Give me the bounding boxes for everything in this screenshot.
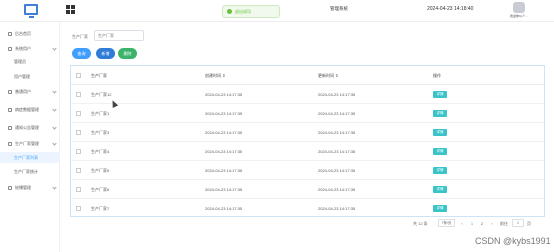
chevron-down-icon	[52, 125, 57, 130]
cell-created: 2024-04-23 14:17:35	[205, 92, 243, 97]
cell-updated: 2024-04-23 14:17:35	[318, 111, 356, 116]
add-button[interactable]: 新增	[96, 48, 115, 59]
user-icon	[8, 47, 12, 51]
success-toast: 退出成功	[222, 5, 280, 18]
cell-updated: 2024-04-23 14:17:35	[318, 187, 356, 192]
detail-button[interactable]: 详情	[433, 205, 447, 212]
cell-manufacturer: 生产厂家12	[91, 92, 112, 97]
detail-button[interactable]: 详情	[433, 148, 447, 155]
row-checkbox[interactable]	[76, 187, 81, 192]
top-bar: 退出成功 管理系统 2024-04-23 14:18:40 欢迎你Cy⊤...	[0, 0, 554, 22]
sidebar-item-system-users[interactable]: 系统用户	[0, 43, 60, 55]
detail-button[interactable]: 详情	[433, 129, 447, 136]
row-checkbox[interactable]	[76, 111, 81, 116]
cell-updated: 2024-04-23 14:17:35	[318, 149, 356, 154]
detail-button[interactable]: 详情	[433, 167, 447, 174]
sidebar-item-home[interactable]: 后台首页	[0, 28, 60, 40]
toast-text: 退出成功	[235, 8, 251, 14]
table-header: 生产厂家 创建时间 ⇕ 更新时间 ⇕ 操作	[71, 66, 544, 85]
sidebar-subitem-manufacturer-stats[interactable]: 生产厂家统计	[0, 166, 60, 177]
table-row[interactable]: 生产厂家3 2024-04-23 14:17:35 2024-04-23 14:…	[71, 123, 544, 142]
table-row[interactable]: 生产厂家4 2024-04-23 14:17:35 2024-04-23 14:…	[71, 142, 544, 161]
cell-updated: 2024-04-23 14:17:35	[318, 130, 356, 135]
sidebar-subitem-admin[interactable]: 管理员	[0, 56, 60, 67]
table-row[interactable]: 生产厂家6 2024-04-23 14:17:35 2024-04-23 14:…	[71, 180, 544, 199]
column-header-created[interactable]: 创建时间 ⇕	[205, 73, 225, 79]
goto-suffix: 页	[527, 221, 531, 226]
chevron-down-icon	[52, 89, 57, 94]
prev-page-button[interactable]: ‹	[458, 219, 466, 227]
page-1[interactable]: 1	[468, 219, 476, 227]
next-page-button[interactable]: ›	[488, 219, 496, 227]
sidebar-item-carousel[interactable]: 轮播管理	[0, 182, 60, 194]
sidebar-item-symptom-data[interactable]: 病症数据管理	[0, 104, 60, 116]
pagination-total: 共 12 条	[413, 221, 428, 226]
search-label: 生产厂家	[72, 34, 88, 39]
sidebar-item-notices[interactable]: 通知公告管理	[0, 122, 60, 134]
cell-manufacturer: 生产厂家5	[91, 168, 110, 173]
chevron-down-icon	[52, 185, 57, 190]
system-title: 管理系统	[330, 6, 348, 11]
chevron-down-icon	[52, 46, 57, 51]
cell-manufacturer: 生产厂家6	[91, 187, 110, 192]
folder-icon	[8, 90, 12, 94]
cell-updated: 2024-04-23 14:17:35	[318, 92, 356, 97]
manufacturer-table: 生产厂家 创建时间 ⇕ 更新时间 ⇕ 操作 生产厂家12 2024-04-23 …	[70, 65, 545, 217]
goto-page-input[interactable]: 1	[512, 219, 524, 227]
watermark: CSDN @kybs1991	[475, 236, 551, 246]
folder-icon	[8, 142, 12, 146]
chevron-down-icon	[52, 107, 57, 112]
table-row[interactable]: 生产厂家7 2024-04-23 14:17:35 2024-04-23 14:…	[71, 199, 544, 218]
column-header-updated[interactable]: 更新时间 ⇕	[318, 73, 338, 79]
sidebar-item-manufacturers[interactable]: 生产厂家管理	[0, 138, 60, 150]
sidebar: 后台首页 系统用户 管理员 用户管理 普通用户 病症数据管理 通知公告管理 生产…	[0, 22, 60, 252]
cell-created: 2024-04-23 14:17:35	[205, 187, 243, 192]
cell-created: 2024-04-23 14:17:35	[205, 111, 243, 116]
cell-updated: 2024-04-23 14:17:35	[318, 168, 356, 173]
table-row[interactable]: 生产厂家5 2024-04-23 14:17:35 2024-04-23 14:…	[71, 161, 544, 180]
success-check-icon	[227, 9, 232, 14]
table-row[interactable]: 生产厂家1 2024-04-23 14:17:35 2024-04-23 14:…	[71, 104, 544, 123]
chevron-down-icon	[52, 141, 57, 146]
column-header-actions: 操作	[433, 73, 441, 78]
row-checkbox[interactable]	[76, 149, 81, 154]
folder-icon	[8, 126, 12, 130]
cell-manufacturer: 生产厂家3	[91, 130, 110, 135]
current-datetime: 2024-04-23 14:18:40	[427, 6, 474, 12]
column-header-manufacturer[interactable]: 生产厂家	[91, 73, 107, 79]
row-checkbox[interactable]	[76, 92, 81, 97]
apps-grid-icon[interactable]	[66, 5, 75, 14]
user-avatar[interactable]	[513, 2, 525, 13]
cell-updated: 2024-04-23 14:17:35	[318, 206, 356, 211]
monitor-logo-icon	[24, 4, 38, 18]
cell-created: 2024-04-23 14:17:35	[205, 168, 243, 173]
cell-created: 2024-04-23 14:17:35	[205, 149, 243, 154]
manufacturer-search-input[interactable]	[94, 30, 144, 41]
cell-created: 2024-04-23 14:17:35	[205, 130, 243, 135]
page-size-select[interactable]: 7条/页	[438, 219, 455, 227]
goto-label: 前往	[500, 221, 508, 226]
row-checkbox[interactable]	[76, 206, 81, 211]
sidebar-item-regular-users[interactable]: 普通用户	[0, 86, 60, 98]
cell-manufacturer: 生产厂家7	[91, 206, 110, 211]
folder-icon	[8, 108, 12, 112]
row-checkbox[interactable]	[76, 130, 81, 135]
page-2[interactable]: 2	[478, 219, 486, 227]
cell-manufacturer: 生产厂家1	[91, 111, 110, 116]
cell-created: 2024-04-23 14:17:35	[205, 206, 243, 211]
detail-button[interactable]: 详情	[433, 186, 447, 193]
detail-button[interactable]: 详情	[433, 110, 447, 117]
home-icon	[8, 32, 12, 36]
user-greeting[interactable]: 欢迎你Cy⊤...	[510, 14, 528, 18]
query-button[interactable]: 查询	[72, 48, 91, 59]
table-row[interactable]: 生产厂家12 2024-04-23 14:17:35 2024-04-23 14…	[71, 85, 544, 104]
user-icon	[8, 186, 12, 190]
cell-manufacturer: 生产厂家4	[91, 149, 110, 154]
delete-button[interactable]: 删除	[118, 48, 137, 59]
sidebar-subitem-manufacturer-list[interactable]: 生产厂家列表	[0, 152, 60, 163]
select-all-checkbox[interactable]	[76, 73, 81, 78]
row-checkbox[interactable]	[76, 168, 81, 173]
sidebar-subitem-users[interactable]: 用户管理	[0, 71, 60, 82]
detail-button[interactable]: 详情	[433, 91, 447, 98]
